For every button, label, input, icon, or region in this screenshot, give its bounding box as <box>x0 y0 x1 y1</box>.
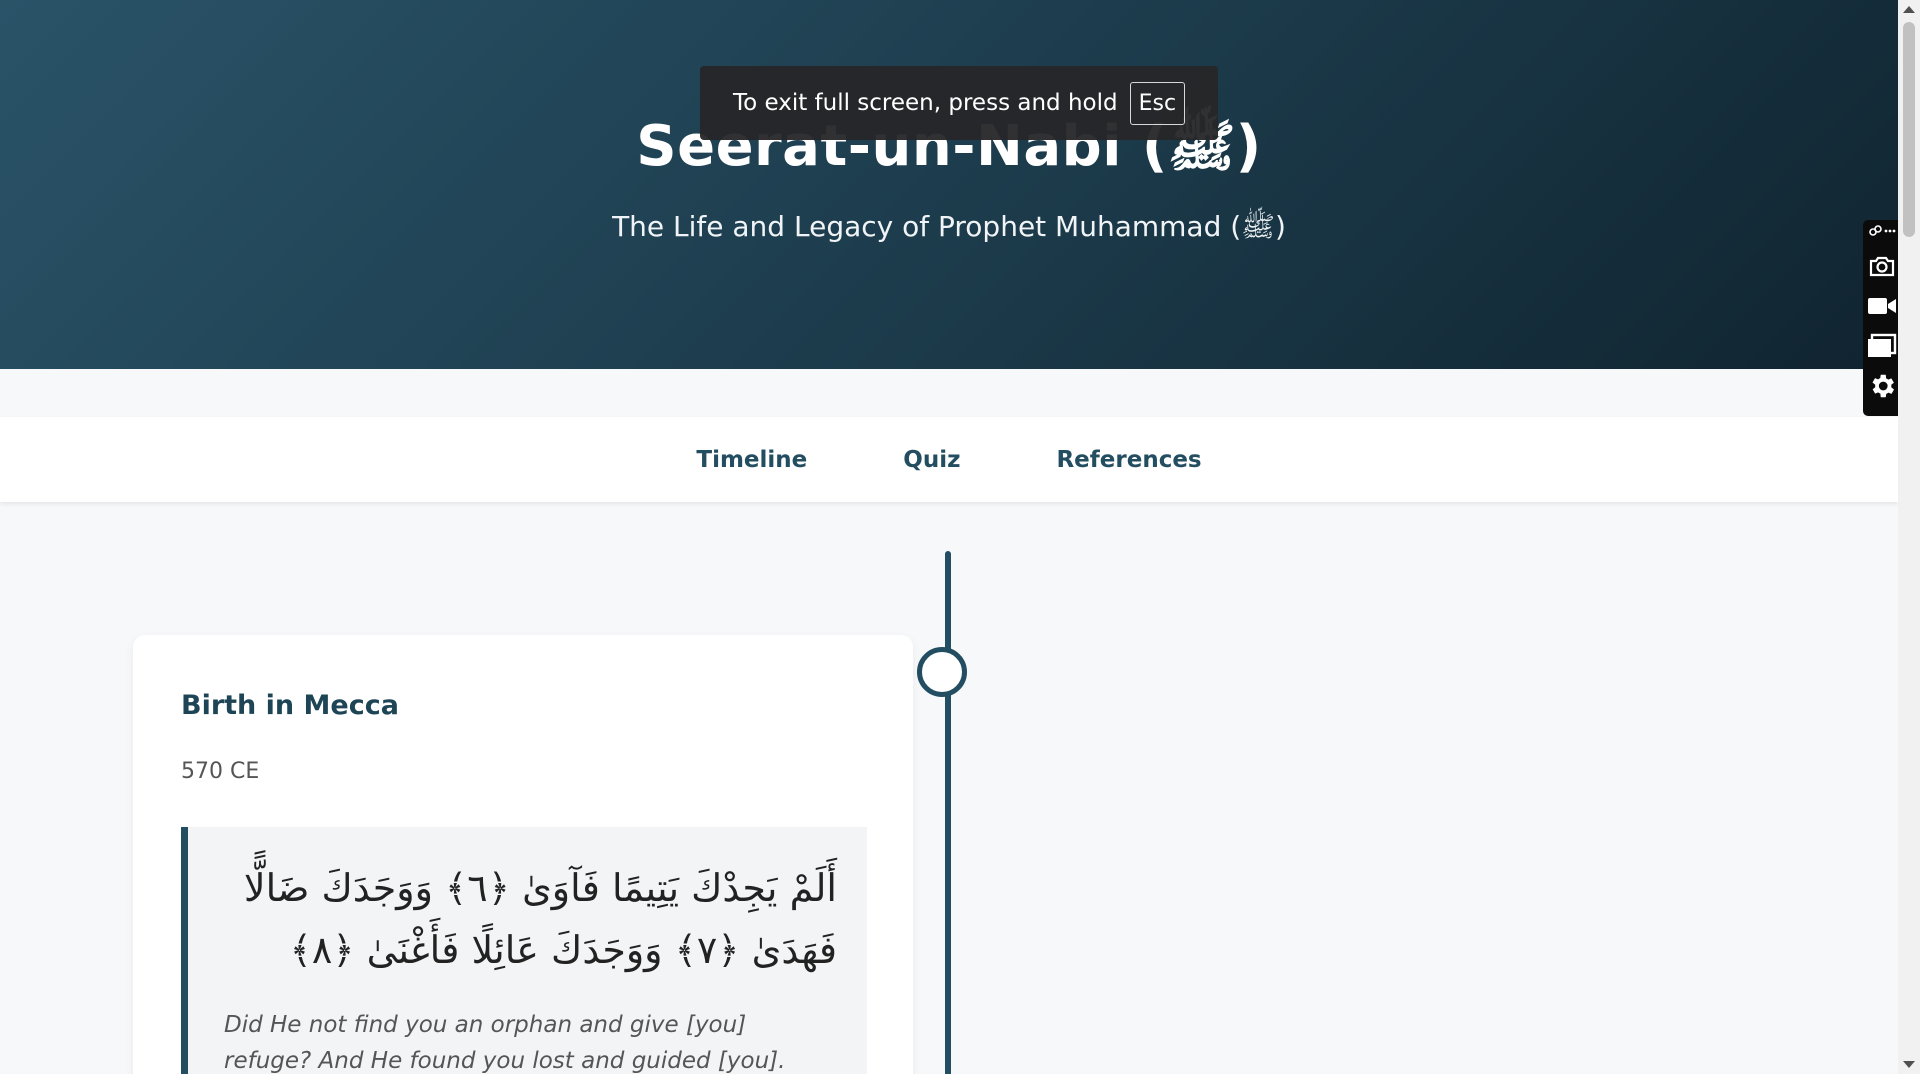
camera-button[interactable] <box>1866 246 1898 286</box>
fullscreen-exit-notice: To exit full screen, press and hold Esc <box>700 66 1218 140</box>
quran-quote: أَلَمْ يَجِدْكَ يَتِيمًا فَآوَىٰ ﴿٦﴾ وَو… <box>181 827 867 1074</box>
screen-capture-toolbar <box>1863 220 1901 416</box>
gear-icon <box>1872 374 1894 398</box>
quote-translation: Did He not find you an orphan and give [… <box>224 1012 786 1074</box>
timeline-marker <box>917 647 967 697</box>
page: Seerat-un-Nabi (ﷺ) The Life and Legacy o… <box>0 0 1898 1074</box>
page-scrollbar[interactable] <box>1898 0 1920 1074</box>
video-button[interactable] <box>1866 286 1898 326</box>
timeline-event-card: Birth in Mecca 570 CE أَلَمْ يَجِدْكَ يَ… <box>133 635 913 1074</box>
hero-header: Seerat-un-Nabi (ﷺ) The Life and Legacy o… <box>0 0 1898 369</box>
camera-icon <box>1869 256 1895 277</box>
fullscreen-notice-text: To exit full screen, press and hold <box>732 90 1118 116</box>
scroll-down-arrow-icon[interactable] <box>1903 1061 1915 1068</box>
timeline-line <box>945 551 951 1074</box>
quote-arabic: أَلَمْ يَجِدْكَ يَتِيمًا فَآوَىٰ ﴿٦﴾ وَو… <box>243 866 837 972</box>
scroll-up-arrow-icon[interactable] <box>1903 6 1915 13</box>
esc-key-badge: Esc <box>1129 81 1186 125</box>
main-nav: Timeline Quiz References <box>0 417 1898 502</box>
event-date: 570 CE <box>181 759 260 784</box>
video-icon <box>1868 298 1896 314</box>
scrollbar-thumb[interactable] <box>1903 22 1915 237</box>
nav-link-references[interactable]: References <box>1056 447 1201 473</box>
settings-button[interactable] <box>1866 366 1898 406</box>
link-icon <box>1869 225 1896 236</box>
event-title: Birth in Mecca <box>181 690 399 721</box>
toolbar-link-more[interactable] <box>1868 224 1896 246</box>
window-button[interactable] <box>1866 326 1898 366</box>
nav-link-timeline[interactable]: Timeline <box>696 447 807 473</box>
nav-link-quiz[interactable]: Quiz <box>903 447 960 473</box>
window-icon <box>1868 333 1897 357</box>
site-subtitle: The Life and Legacy of Prophet Muhammad … <box>612 210 1286 243</box>
